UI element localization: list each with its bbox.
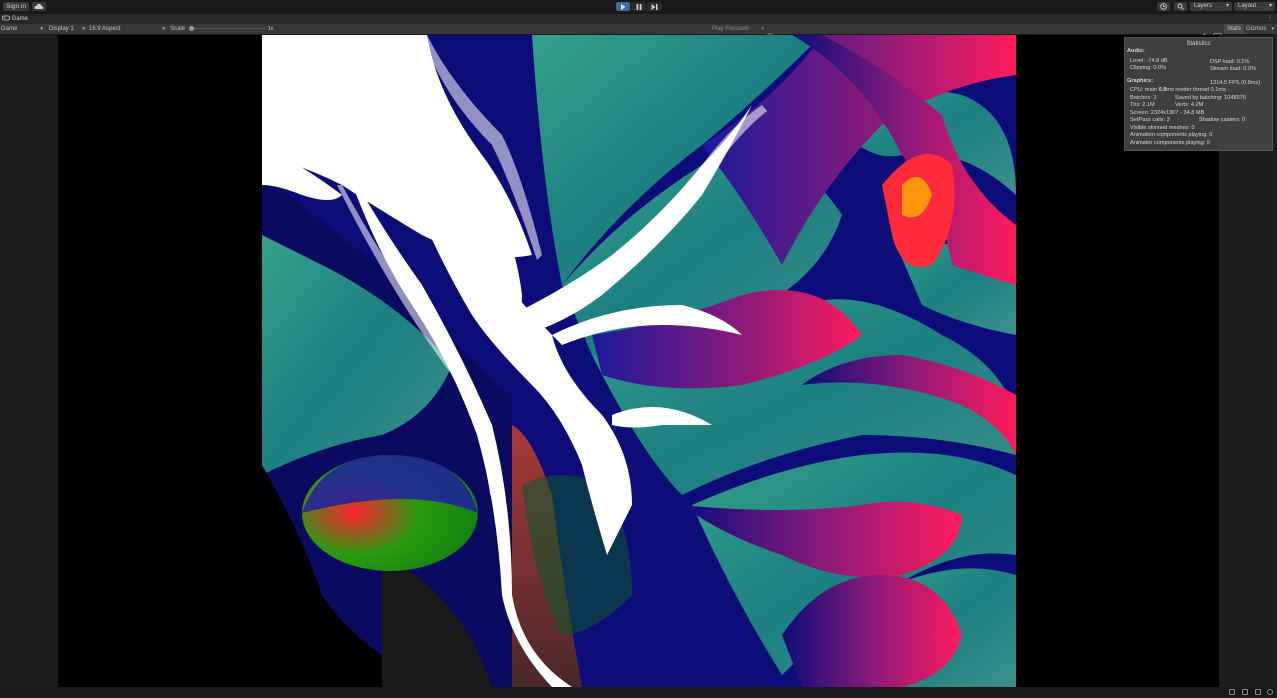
chevron-down-icon: ▾ [1225,3,1229,9]
stats-toggle-button[interactable]: Stats [1224,24,1244,34]
vr-toggle-icon[interactable] [1213,26,1222,39]
animation-components: Animation components playing: 0 [1130,132,1213,138]
statistics-title: Statistics [1186,41,1211,47]
sign-in-button[interactable]: Sign in [3,2,29,11]
verts: Verts: 4.2M [1175,102,1204,108]
cpu-main-label: CPU: main [1130,87,1159,93]
layers-status-icon[interactable] [1242,689,1248,695]
scale-slider-handle[interactable] [189,26,194,31]
aspect-label: 16:9 Aspect [89,26,121,32]
pause-icon [636,3,641,10]
search-button[interactable] [1174,2,1187,11]
mute-audio-icon[interactable] [1201,26,1208,39]
bake-icon[interactable] [1229,689,1235,695]
tab-bar: Game ⋮ [0,14,1277,24]
chevron-down-icon: ▾ [1268,3,1272,9]
tab-game-label: Game [11,16,29,22]
display-label: Display 1 [49,26,74,32]
letterbox-left [58,35,262,687]
chevron-down-icon: ▾ [40,26,43,32]
progress-icon[interactable] [1255,689,1261,695]
audio-header: Audio: [1127,48,1145,54]
gizmos-dropdown[interactable]: Gizmos ▾ [1246,24,1274,34]
cloud-button[interactable] [32,2,46,11]
tab-game[interactable]: Game [2,15,28,24]
notification-icon[interactable] [1267,689,1273,695]
audio-clipping: Clipping: 0.0% [1130,65,1167,71]
layout-dropdown[interactable]: Layout ▾ [1234,2,1275,11]
pause-button[interactable] [631,2,646,11]
history-icon [1160,3,1167,10]
game-toolbar: Game ▾ Display 1 ▾ 16:9 Aspect ▾ Scale 1x P… [0,24,1277,39]
scale-value: 1x [268,26,274,32]
step-icon [651,3,658,10]
game-render-image [262,35,1016,687]
cpu-render-thread: ms render thread 0.1ms [1166,87,1226,93]
setpass-calls: SetPass calls: 3 [1130,117,1170,123]
cpu-readout: CPU: main 0.8ms render thread 0.1ms [1130,87,1226,94]
tris: Tris: 2.1M [1130,102,1155,108]
layers-dropdown[interactable]: Layers ▾ [1190,2,1232,11]
layout-label: Layout [1238,3,1257,9]
game-mode-label: Game [1,26,18,32]
status-bar [0,687,1277,698]
play-button[interactable] [616,2,630,11]
gamepad-icon [2,16,10,21]
statistics-panel: Statistics Audio: Level: -74.8 dB DSP lo… [1124,37,1273,151]
display-dropdown[interactable]: Display 1 ▾ [49,24,85,34]
step-button[interactable] [647,2,662,11]
graphics-header: Graphics: [1127,78,1154,84]
stream-load: Stream load: 0.0% [1210,66,1257,72]
game-render[interactable] [262,35,1016,687]
search-icon [1177,3,1184,10]
gizmos-label: Gizmos [1246,26,1267,32]
chevron-down-icon: ▾ [162,26,165,32]
chevron-down-icon: ▾ [1271,26,1274,32]
play-focused-dropdown[interactable]: Play Focused ▾ [712,24,764,34]
main-toolbar: Sign in Layers ▾ Layout ▾ [0,0,1277,14]
shadow-casters: Shadow casters: 0 [1199,117,1246,123]
aspect-dropdown[interactable]: 16:9 Aspect ▾ [89,24,165,34]
history-button[interactable] [1157,2,1170,11]
play-icon [621,3,626,10]
frame-debugger-icon[interactable] [767,26,773,39]
game-mode-dropdown[interactable]: Game ▾ [1,24,43,34]
cloud-icon [34,3,44,9]
layers-label: Layers [1194,3,1213,9]
play-focused-label: Play Focused [712,26,749,32]
scale-label: Scale [170,26,186,32]
animator-components: Animator components playing: 0 [1130,140,1210,146]
chevron-down-icon: ▾ [82,26,85,32]
chevron-down-icon: ▾ [761,26,764,32]
scale-slider-track[interactable] [190,28,266,29]
more-options-icon[interactable]: ⋮ [1267,15,1273,22]
